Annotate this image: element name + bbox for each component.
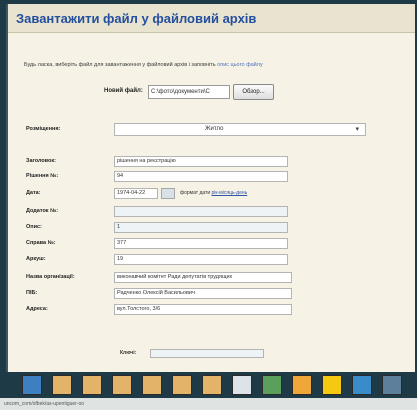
document-icon[interactable] bbox=[52, 375, 72, 395]
keys-input[interactable] bbox=[150, 349, 264, 358]
description-label: Опис: bbox=[26, 224, 42, 230]
title-input[interactable]: рішення на реєстрацію bbox=[114, 156, 288, 167]
appendix-label: Додаток №: bbox=[26, 208, 59, 214]
full-name-input[interactable]: Радченко Олексій Васильович bbox=[114, 288, 292, 299]
browse-button[interactable]: Обзор... bbox=[233, 84, 274, 100]
star-icon[interactable] bbox=[322, 375, 342, 395]
appendix-input[interactable] bbox=[114, 206, 288, 217]
taskbar bbox=[22, 375, 417, 399]
category-value: Житло bbox=[205, 126, 224, 132]
date-input[interactable]: 1974-04-22 bbox=[114, 188, 158, 199]
category-select[interactable]: Житло ▾ bbox=[114, 123, 366, 136]
description-input[interactable]: 1 bbox=[114, 222, 288, 233]
sheet-label: Аркуш: bbox=[26, 256, 46, 262]
case-number-input[interactable]: 377 bbox=[114, 238, 288, 249]
status-bar: uncom_com/ofbek/as-upentiguer-oo bbox=[0, 398, 417, 410]
full-name-label: ПІБ: bbox=[26, 290, 38, 296]
file-label: Новий файл: bbox=[104, 88, 143, 94]
date-hint-link[interactable]: рік-місяць-день bbox=[212, 190, 248, 196]
keys-label: Ключі: bbox=[120, 350, 137, 356]
address-input[interactable]: вул.Толстого, 3/6 bbox=[114, 304, 292, 315]
title-label: Заголовок: bbox=[26, 158, 56, 164]
case-number-label: Справа №: bbox=[26, 240, 56, 246]
decision-number-input[interactable]: 94 bbox=[114, 171, 288, 182]
upload-page: Завантажити файл у файловий архів Будь л… bbox=[6, 4, 415, 372]
organization-input[interactable]: виконавчий комітет Ради депутатів трудящ… bbox=[114, 272, 292, 283]
document-icon[interactable] bbox=[82, 375, 102, 395]
organization-label: Назва організації: bbox=[26, 274, 75, 280]
document-icon[interactable] bbox=[142, 375, 162, 395]
date-label: Дата: bbox=[26, 190, 41, 196]
page-title: Завантажити файл у файловий архів bbox=[16, 11, 257, 26]
app-icon[interactable] bbox=[22, 375, 42, 395]
printer-icon[interactable] bbox=[382, 375, 402, 395]
instruction-main: Будь ласка, виберіть файл для завантажен… bbox=[24, 62, 216, 68]
instruction-text: Будь ласка, виберіть файл для завантажен… bbox=[24, 62, 414, 68]
calendar-button[interactable] bbox=[161, 188, 175, 199]
text-file-icon[interactable] bbox=[232, 375, 252, 395]
instruction-link[interactable]: опис цього файлу bbox=[217, 62, 263, 68]
page-header: Завантажити файл у файловий архів bbox=[8, 4, 415, 33]
media-icon[interactable] bbox=[292, 375, 312, 395]
decision-number-label: Рішення №: bbox=[26, 173, 59, 179]
document-icon[interactable] bbox=[112, 375, 132, 395]
document-icon[interactable] bbox=[202, 375, 222, 395]
document-icon[interactable] bbox=[172, 375, 192, 395]
category-label: Розміщення: bbox=[26, 126, 61, 132]
computer-icon[interactable] bbox=[352, 375, 372, 395]
date-hint-text: формат дати bbox=[180, 190, 211, 196]
chevron-down-icon: ▾ bbox=[355, 126, 359, 133]
file-path-input[interactable]: C:\фото\документи\С bbox=[148, 85, 230, 99]
date-format-hint: формат дати рік-місяць-день bbox=[180, 190, 247, 196]
address-label: Адреса: bbox=[26, 306, 48, 312]
sheet-input[interactable]: 19 bbox=[114, 254, 288, 265]
spreadsheet-icon[interactable] bbox=[262, 375, 282, 395]
